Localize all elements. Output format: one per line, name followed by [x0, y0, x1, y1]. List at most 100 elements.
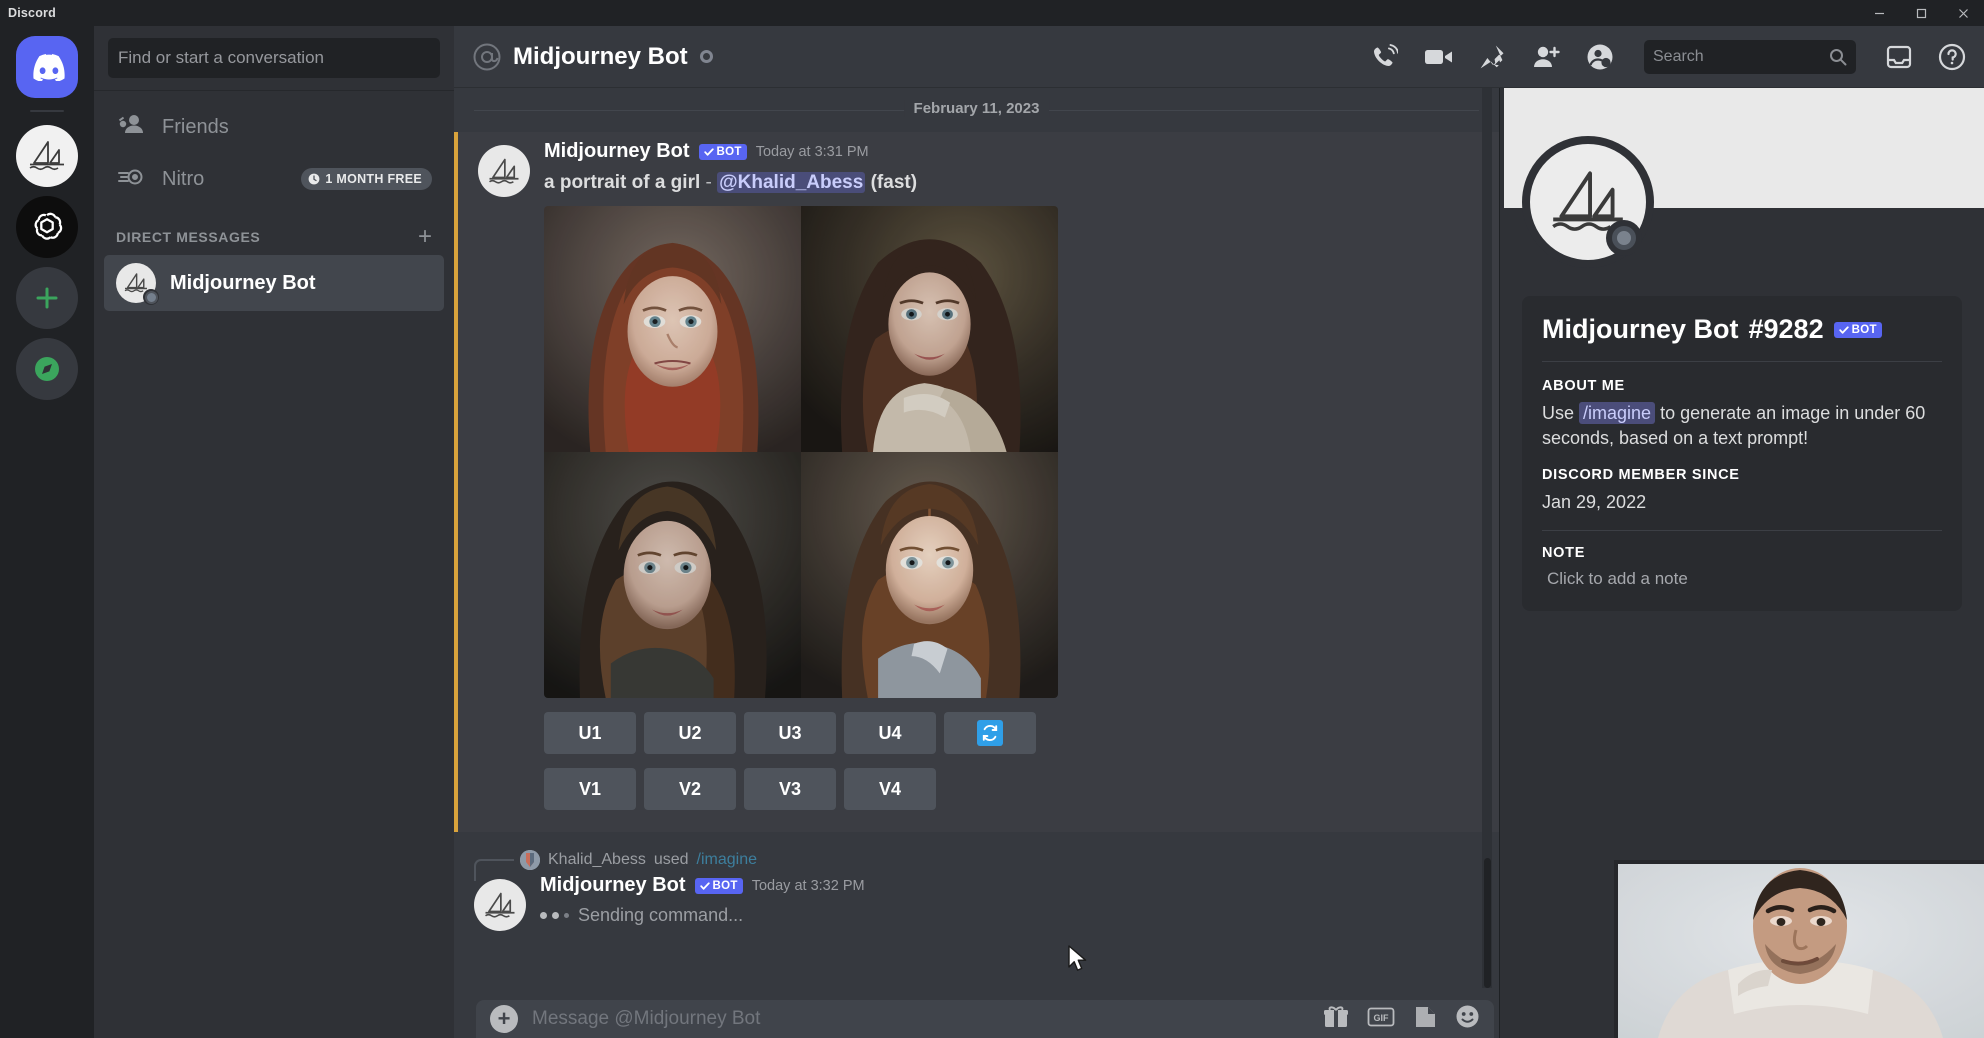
bot-badge: BOT: [1834, 322, 1882, 338]
check-icon: [700, 881, 710, 891]
sidebar-item-midjourney[interactable]: [16, 125, 78, 187]
avatar: [520, 850, 540, 870]
clock-icon: [308, 173, 320, 185]
search-input[interactable]: Search: [1644, 40, 1856, 74]
avatar-wrap: [478, 140, 544, 810]
help-icon[interactable]: [1938, 43, 1966, 71]
maximize-button[interactable]: [1900, 0, 1942, 26]
search-icon: [1829, 48, 1847, 66]
search-placeholder: Search: [1653, 48, 1704, 66]
generated-image-3[interactable]: [544, 452, 801, 698]
openai-logo-icon: [28, 208, 66, 246]
status-badge: [1606, 220, 1642, 256]
upscale-button-row: U1 U2 U3 U4: [544, 712, 1479, 754]
variation-button-v4[interactable]: V4: [844, 768, 936, 810]
profile-card: Midjourney Bot#9282 BOT ABOUT ME Use /im…: [1522, 296, 1962, 611]
window-controls: [1858, 0, 1984, 26]
slash-command-reference: Khalid_Abess used /imagine: [520, 850, 1479, 870]
prompt-dash: -: [706, 172, 712, 193]
message-author[interactable]: Midjourney Bot: [544, 140, 690, 163]
sidebar-item-friends[interactable]: Friends: [104, 101, 444, 153]
direct-messages-label: DIRECT MESSAGES: [116, 229, 260, 245]
profile-name-row: Midjourney Bot#9282 BOT: [1542, 314, 1942, 345]
mention-khalid-abess[interactable]: @Khalid_Abess: [717, 172, 865, 193]
note-input[interactable]: Click to add a note: [1542, 569, 1942, 589]
add-friend-icon[interactable]: [1532, 44, 1560, 70]
create-dm-button[interactable]: +: [418, 225, 432, 249]
channel-header: Midjourney Bot: [454, 26, 1984, 88]
bot-badge-label: BOT: [717, 146, 742, 158]
sidebar-item-midjourney-bot-dm[interactable]: Midjourney Bot: [104, 255, 444, 311]
nitro-badge-label: 1 MONTH FREE: [325, 172, 422, 186]
note-header: NOTE: [1542, 545, 1942, 561]
message-input-placeholder[interactable]: Message @Midjourney Bot: [532, 1008, 1309, 1030]
system-user-name[interactable]: Khalid_Abess: [548, 851, 646, 869]
webcam-overlay: [1614, 860, 1984, 1038]
gif-icon[interactable]: GIF: [1367, 1006, 1395, 1033]
plus-circle-icon[interactable]: +: [490, 1005, 518, 1033]
video-call-icon[interactable]: [1424, 45, 1454, 69]
title-bar: Discord: [0, 0, 1984, 26]
message-header: Midjourney Bot BOT Today at 3:32 PM: [540, 874, 1479, 897]
bot-badge-label: BOT: [713, 880, 738, 892]
about-me-header: ABOUT ME: [1542, 378, 1942, 394]
explore-servers-button[interactable]: [16, 338, 78, 400]
imagine-command-chip[interactable]: /imagine: [1579, 402, 1655, 424]
avatar[interactable]: [478, 145, 530, 197]
voice-call-icon[interactable]: [1370, 43, 1398, 71]
upscale-button-u4[interactable]: U4: [844, 712, 936, 754]
variation-button-v1[interactable]: V1: [544, 768, 636, 810]
rail-divider: [30, 110, 64, 112]
dm-sidebar: Find or start a conversation Friends: [94, 26, 454, 1038]
compass-icon: [30, 352, 64, 386]
bot-badge-label: BOT: [1852, 324, 1877, 336]
sticker-icon[interactable]: [1413, 1005, 1437, 1034]
system-action: used: [654, 851, 689, 869]
status-badge: [143, 289, 159, 305]
avatar[interactable]: [474, 879, 526, 931]
message-scrollbar[interactable]: [1482, 88, 1492, 988]
upscale-button-u3[interactable]: U3: [744, 712, 836, 754]
generated-image-grid[interactable]: [544, 206, 1058, 698]
sidebar-nav: Friends Nitro 1 MONTH FREE: [94, 91, 454, 205]
add-server-button[interactable]: [16, 267, 78, 329]
variation-button-row: V1 V2 V3 V4: [544, 768, 1479, 810]
generated-image-2[interactable]: [801, 206, 1058, 452]
scrollbar-thumb[interactable]: [1484, 858, 1491, 988]
sidebar-item-label: Friends: [162, 116, 229, 139]
slash-command-label[interactable]: /imagine: [697, 851, 757, 869]
nitro-badge[interactable]: 1 MONTH FREE: [301, 168, 432, 190]
generated-image-4[interactable]: [801, 452, 1058, 698]
sidebar-item-home[interactable]: [16, 36, 78, 98]
emoji-icon[interactable]: [1455, 1004, 1480, 1034]
generated-image-1[interactable]: [544, 206, 801, 452]
minimize-button[interactable]: [1858, 0, 1900, 26]
date-separator: February 11, 2023: [454, 88, 1499, 132]
inbox-icon[interactable]: [1886, 44, 1912, 70]
find-conversation-input[interactable]: Find or start a conversation: [108, 38, 440, 78]
about-me-body: Use /imagine to generate an image in und…: [1542, 401, 1942, 451]
message-author[interactable]: Midjourney Bot: [540, 874, 686, 897]
prompt-speed: (fast): [871, 172, 917, 193]
user-profile-icon[interactable]: [1586, 43, 1614, 71]
sidebar-item-nitro[interactable]: Nitro 1 MONTH FREE: [104, 153, 444, 205]
message-composer[interactable]: + Message @Midjourney Bot GIF: [476, 1000, 1494, 1038]
profile-avatar-wrap: [1522, 208, 1984, 282]
avatar[interactable]: [1522, 136, 1654, 268]
message-list: February 11, 2023 Midjo: [454, 88, 1499, 1038]
midjourney-sailboat-icon: [482, 891, 518, 920]
variation-button-v2[interactable]: V2: [644, 768, 736, 810]
close-button[interactable]: [1942, 0, 1984, 26]
discord-window: Discord: [0, 0, 1984, 1038]
upscale-button-u1[interactable]: U1: [544, 712, 636, 754]
variation-button-v3[interactable]: V3: [744, 768, 836, 810]
sidebar-item-openai[interactable]: [16, 196, 78, 258]
upscale-button-u2[interactable]: U2: [644, 712, 736, 754]
profile-username: Midjourney Bot: [1542, 314, 1739, 345]
pin-icon[interactable]: [1480, 44, 1506, 70]
nitro-icon: [116, 164, 146, 195]
button-row-spacer: [944, 768, 1036, 810]
page-title: Midjourney Bot: [513, 43, 688, 71]
reroll-button[interactable]: [944, 712, 1036, 754]
gift-icon[interactable]: [1323, 1005, 1349, 1034]
